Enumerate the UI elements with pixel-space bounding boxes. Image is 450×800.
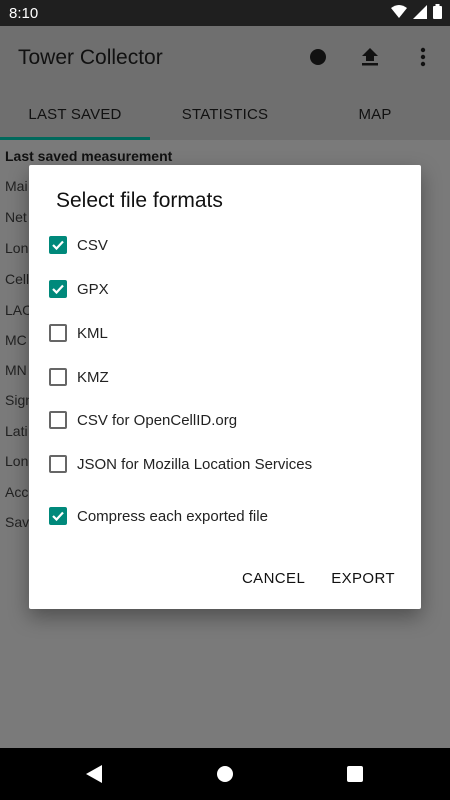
back-triangle-icon xyxy=(86,765,102,783)
checkbox[interactable] xyxy=(49,411,67,429)
option-label: GPX xyxy=(77,280,109,298)
option-csv[interactable]: CSV xyxy=(49,230,399,260)
navigation-bar xyxy=(0,748,450,800)
home-circle-icon xyxy=(217,766,233,782)
select-formats-dialog: Select file formats CSV GPX KML KMZ CSV … xyxy=(29,165,421,609)
option-gpx[interactable]: GPX xyxy=(49,274,399,304)
check-icon xyxy=(52,511,64,522)
checkbox[interactable] xyxy=(49,324,67,342)
back-button[interactable] xyxy=(84,764,104,784)
checkbox[interactable] xyxy=(49,280,67,298)
option-label: CSV for OpenCellID.org xyxy=(77,411,238,429)
check-icon xyxy=(52,284,64,295)
status-time: 8:10 xyxy=(9,5,39,22)
cellular-signal-icon xyxy=(413,4,427,23)
checkbox[interactable] xyxy=(49,368,67,386)
battery-icon xyxy=(433,4,442,23)
checkbox[interactable] xyxy=(49,455,67,473)
export-button[interactable]: EXPORT xyxy=(331,570,395,587)
wifi-icon xyxy=(391,4,407,23)
option-compress[interactable]: Compress each exported file xyxy=(49,501,399,531)
recents-square-icon xyxy=(347,766,363,782)
option-json-mozilla[interactable]: JSON for Mozilla Location Services xyxy=(49,449,399,479)
option-label: Compress each exported file xyxy=(77,507,268,525)
status-icons xyxy=(391,4,442,23)
option-label: KML xyxy=(77,324,108,342)
option-label: JSON for Mozilla Location Services xyxy=(77,455,313,473)
status-bar: 8:10 xyxy=(0,0,450,26)
recents-button[interactable] xyxy=(345,764,365,784)
dialog-title: Select file formats xyxy=(56,189,223,212)
checkbox[interactable] xyxy=(49,236,67,254)
dialog-actions: CANCEL EXPORT xyxy=(242,570,395,587)
option-csv-opencellid[interactable]: CSV for OpenCellID.org xyxy=(49,405,399,435)
cancel-button[interactable]: CANCEL xyxy=(242,570,305,587)
option-label: CSV xyxy=(77,236,108,254)
option-label: KMZ xyxy=(77,368,109,386)
check-icon xyxy=(52,240,64,251)
option-kmz[interactable]: KMZ xyxy=(49,362,399,392)
checkbox[interactable] xyxy=(49,507,67,525)
home-button[interactable] xyxy=(215,764,235,784)
option-kml[interactable]: KML xyxy=(49,318,399,348)
